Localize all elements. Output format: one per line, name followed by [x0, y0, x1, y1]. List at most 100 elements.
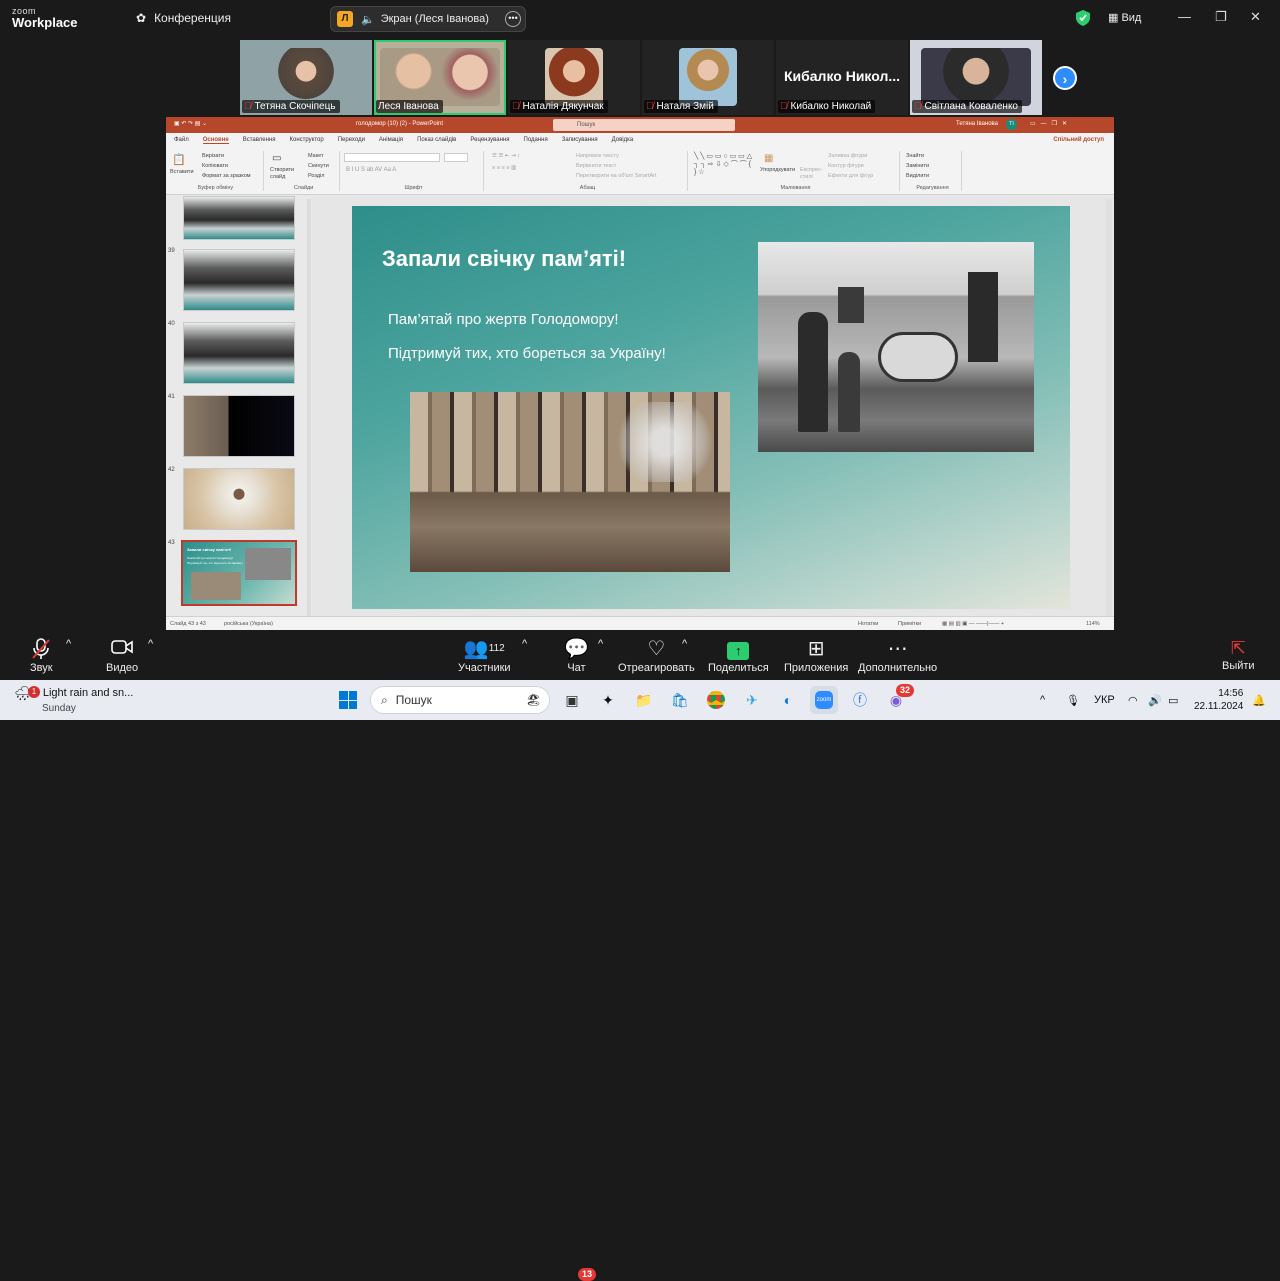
copilot-icon[interactable]: ✦ — [594, 686, 622, 714]
tab-view[interactable]: Подання — [524, 137, 548, 143]
share-screen-button[interactable]: ↑ Поделиться — [708, 638, 769, 674]
participant-tile-active[interactable]: Леся Іванова — [374, 40, 506, 115]
apps-button[interactable]: ⊞ Приложения — [784, 638, 848, 674]
tab-home[interactable]: Основне — [202, 137, 229, 144]
battery-icon[interactable]: ▭ — [1168, 680, 1178, 720]
shape-outline-button[interactable]: Контур фігури — [828, 163, 864, 169]
maximize-icon[interactable]: ❐ — [1215, 9, 1227, 25]
zoom-app-icon[interactable]: zoom — [810, 686, 838, 714]
align-icons[interactable]: ≡ ≡ ≡ ≡ ▥ — [492, 165, 516, 171]
quick-styles-button[interactable]: Експрес-стилі — [800, 167, 824, 181]
start-button[interactable] — [334, 686, 362, 714]
paste-button[interactable]: Вставити — [170, 169, 194, 175]
copy-button[interactable]: Копіювати — [202, 163, 228, 169]
ppt-window-controls[interactable]: ▭ — ❐ ✕ — [1030, 120, 1067, 127]
more-options-icon[interactable]: ••• — [505, 11, 521, 27]
align-text-button[interactable]: Вирівняти текст — [576, 163, 616, 169]
smartart-button[interactable]: Перетворити на об'єкт SmartArt — [576, 173, 657, 179]
select-button[interactable]: Виділити — [906, 173, 929, 179]
screen-share-indicator[interactable]: Л 🔈 Экран (Леся Іванова) ••• — [330, 6, 526, 32]
participant-tile[interactable]: 🎙̸ Світлана Коваленко — [910, 40, 1042, 115]
security-shield-icon[interactable] — [1076, 10, 1090, 26]
file-explorer-icon[interactable]: 📁 — [630, 686, 658, 714]
taskbar-search[interactable]: ⌕ Пошук 🏖 — [370, 686, 550, 714]
audio-button[interactable]: Звук — [30, 638, 53, 674]
edge-icon[interactable]: ◐ — [774, 686, 802, 714]
store-icon[interactable]: 🛍 — [666, 686, 694, 714]
slide-thumbnail[interactable] — [183, 395, 295, 457]
view-button[interactable]: ▦ Вид — [1108, 11, 1141, 24]
reset-button[interactable]: Скинути — [308, 163, 329, 169]
meeting-info-button[interactable]: ✿ Конференция — [136, 11, 231, 25]
chat-options-chevron-icon[interactable]: ^ — [598, 638, 603, 650]
chat-button[interactable]: 💬 Чат — [564, 638, 589, 674]
tray-overflow-chevron-icon[interactable]: ^ — [1040, 680, 1045, 720]
video-button[interactable]: Видео — [106, 638, 138, 674]
font-format-icons[interactable]: B I U S ab AV Aa A — [346, 167, 396, 173]
shape-effects-button[interactable]: Ефекти для фігур — [828, 173, 873, 179]
more-button[interactable]: ⋯ Дополнительно — [858, 638, 937, 674]
minimize-icon[interactable]: — — [1178, 9, 1191, 24]
task-view-icon[interactable]: ▣ — [558, 686, 586, 714]
slide-thumbnail-selected[interactable]: Запали свічку пам'яті! Пам'ятай про жерт… — [181, 540, 297, 606]
audio-options-chevron-icon[interactable]: ^ — [66, 638, 71, 650]
ppt-user-avatar[interactable]: ТІ — [1006, 119, 1017, 130]
chrome-icon[interactable] — [702, 686, 730, 714]
current-slide[interactable]: Запали свічку пам’яті! Пам’ятай про жерт… — [352, 206, 1070, 609]
notes-button[interactable]: Нотатки — [858, 621, 878, 627]
close-icon[interactable]: ✕ — [1250, 9, 1261, 25]
layout-button[interactable]: Макет — [308, 153, 324, 159]
text-direction-button[interactable]: Напрямок тексту — [576, 153, 619, 159]
language-indicator[interactable]: російська (Україна) — [224, 621, 273, 627]
volume-icon[interactable]: 🔊 — [1148, 680, 1162, 720]
participants-options-chevron-icon[interactable]: ^ — [522, 638, 527, 650]
notification-bell-icon[interactable]: 🔔 — [1252, 680, 1266, 720]
participant-tile-no-video[interactable]: Кибалко Никол... 🎙̸ Кибалко Николай — [776, 40, 908, 115]
leave-button[interactable]: ⇱ Выйти — [1222, 638, 1255, 672]
tab-transitions[interactable]: Переходи — [338, 137, 365, 143]
participant-tile[interactable]: 🎙̸ Тетяна Скочіпець — [240, 40, 372, 115]
tab-animations[interactable]: Анімація — [379, 137, 403, 143]
taskbar-clock[interactable]: 14:56 22.11.2024 — [1194, 687, 1243, 713]
tab-insert[interactable]: Вставлення — [243, 137, 276, 143]
new-slide-button[interactable]: Створити слайд — [270, 167, 298, 181]
list-icons[interactable]: ☰ ☰ ⇤ ⇥ ↕ — [492, 153, 520, 159]
ppt-share-button[interactable]: Спільний доступ — [1053, 137, 1104, 143]
facebook-icon[interactable]: ⓕ — [846, 686, 874, 714]
participant-tile[interactable]: 🎙̸ Наталія Дякунчак — [508, 40, 640, 115]
section-button[interactable]: Розділ — [308, 173, 324, 179]
tab-file[interactable]: Файл — [174, 137, 189, 143]
video-options-chevron-icon[interactable]: ^ — [148, 638, 153, 650]
font-name-select[interactable] — [344, 153, 440, 162]
comments-button[interactable]: Примітки — [898, 621, 921, 627]
ppt-search-box[interactable]: Пошук — [553, 119, 735, 131]
slide-thumbnail[interactable] — [183, 249, 295, 311]
next-participants-button[interactable]: › — [1053, 66, 1077, 90]
telegram-icon[interactable]: ✈ — [738, 686, 766, 714]
messenger-icon[interactable]: ◉ 32 — [882, 684, 915, 714]
participants-button[interactable]: 👥112 Участники — [458, 638, 511, 674]
microphone-icon[interactable]: 🎙 — [1066, 680, 1080, 720]
participant-tile[interactable]: 🎙̸ Наталя Змій — [642, 40, 774, 115]
cut-button[interactable]: Вирізати — [202, 153, 224, 159]
zoom-level[interactable]: 114% — [1086, 621, 1100, 627]
wifi-icon[interactable]: ◠ — [1128, 680, 1138, 720]
slide-thumbnail[interactable] — [183, 196, 295, 240]
react-options-chevron-icon[interactable]: ^ — [682, 638, 687, 650]
view-icons[interactable]: ▦ ▤ ▥ ▣ — ——|—— + — [942, 621, 1004, 627]
shapes-gallery[interactable]: ╲ ╲ ▭ ▭ ○ ▭ ▭ △ ┐ ┐ ⇨ ⇩ ◇ ⌒ ⌒ { } ☆ — [694, 153, 754, 177]
tab-help[interactable]: Довідка — [612, 137, 634, 143]
ppt-quick-access-icons[interactable]: ▣ ↶ ↷ ▤ ⌄ — [174, 120, 207, 127]
tab-slideshow[interactable]: Показ слайдів — [417, 137, 456, 143]
slide-thumbnail[interactable] — [183, 322, 295, 384]
font-size-select[interactable] — [444, 153, 468, 162]
slide-thumbnail[interactable] — [183, 468, 295, 530]
tab-review[interactable]: Рецензування — [470, 137, 509, 143]
keyboard-language[interactable]: УКР — [1094, 680, 1115, 720]
arrange-button[interactable]: Упорядкувати — [760, 167, 795, 173]
tab-record[interactable]: Записування — [562, 137, 598, 143]
find-button[interactable]: Знайти — [906, 153, 924, 159]
thumbnail-scrollbar[interactable] — [307, 199, 311, 617]
slide-scrollbar[interactable] — [1106, 199, 1112, 617]
format-painter-button[interactable]: Формат за зразком — [202, 173, 251, 179]
